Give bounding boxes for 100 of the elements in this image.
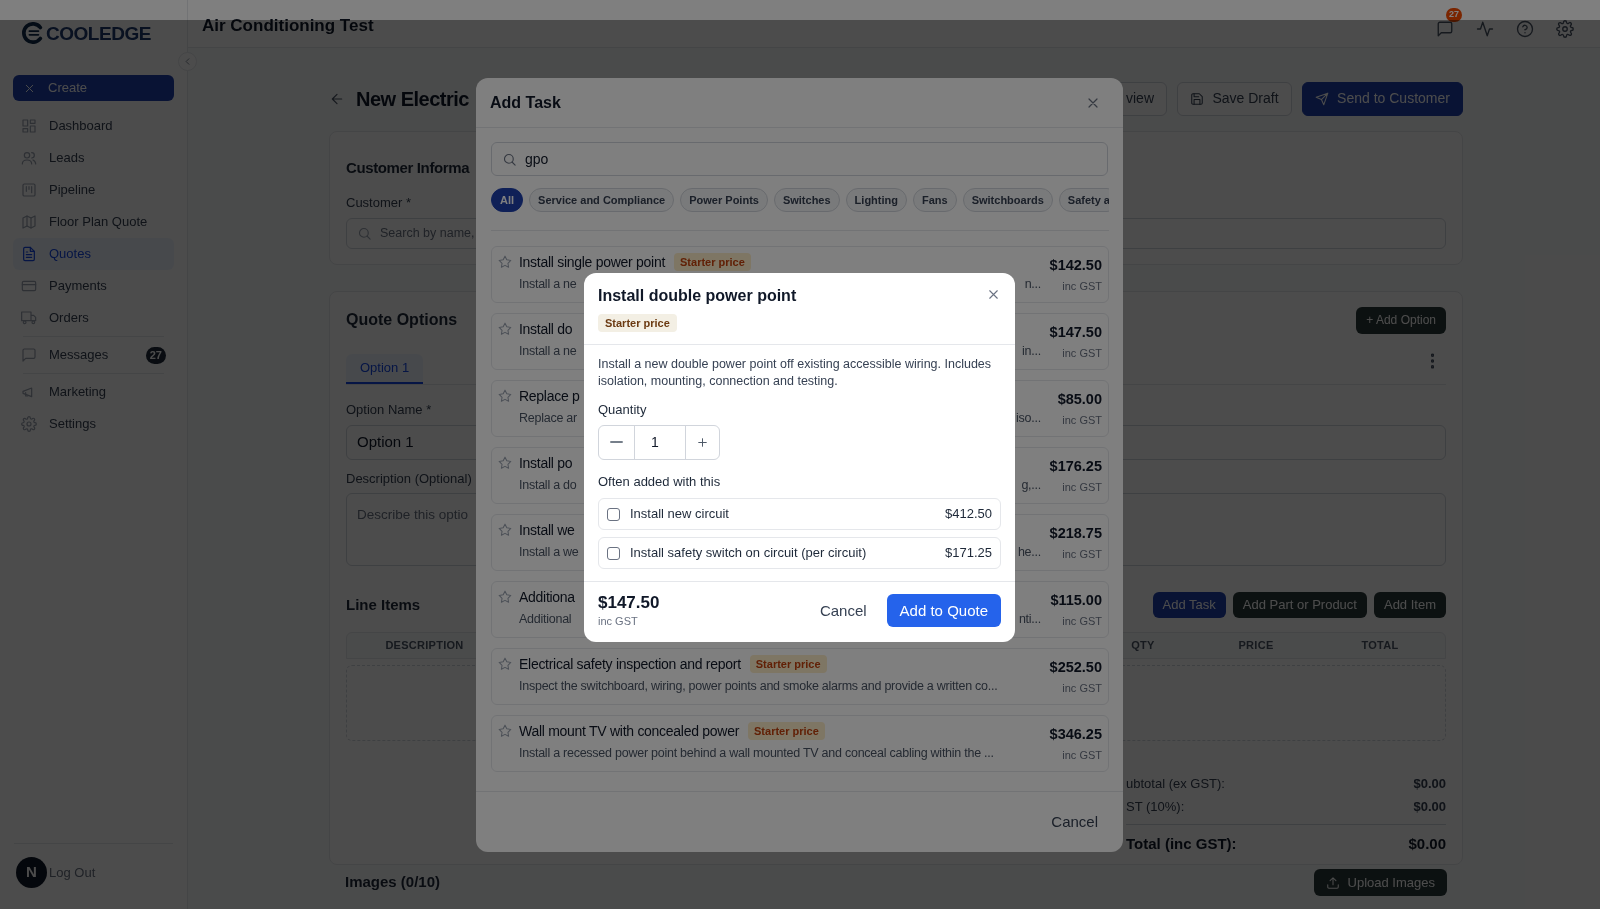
search-field[interactable]: gpo bbox=[491, 142, 1108, 176]
task-price: $252.50 bbox=[1049, 658, 1102, 677]
activity-button[interactable] bbox=[1476, 20, 1494, 38]
minus-icon bbox=[610, 441, 623, 443]
upload-icon bbox=[1325, 875, 1340, 890]
activity-icon bbox=[1476, 20, 1494, 38]
price-note: inc GST bbox=[1062, 412, 1102, 428]
category-chip[interactable]: Service and Compliance bbox=[529, 188, 675, 212]
settings-button[interactable] bbox=[1556, 20, 1574, 38]
sidebar-item[interactable]: Dashboard bbox=[13, 110, 174, 142]
count-badge: 27 bbox=[1446, 8, 1462, 22]
checkbox[interactable] bbox=[607, 507, 620, 521]
addon-price: $412.50 bbox=[945, 505, 992, 524]
users-icon bbox=[21, 150, 37, 166]
sidebar-item[interactable]: Floor Plan Quote bbox=[13, 206, 174, 238]
add-button[interactable]: Add Task bbox=[1152, 592, 1226, 618]
plus-icon bbox=[696, 435, 709, 449]
star-icon bbox=[498, 724, 512, 738]
sidebar-item[interactable]: Orders bbox=[13, 302, 174, 334]
task-price: $176.25 bbox=[1049, 457, 1102, 476]
sidebar-item[interactable]: Pipeline bbox=[13, 174, 174, 206]
grid-icon bbox=[21, 118, 37, 134]
star-icon bbox=[498, 657, 512, 671]
create-button[interactable]: Create bbox=[13, 75, 174, 101]
category-chip[interactable]: Switches bbox=[773, 188, 840, 212]
task-description: Install a ne bbox=[519, 343, 577, 360]
price-tag: Starter price bbox=[748, 722, 825, 740]
add-option-button[interactable]: + Add Option bbox=[1356, 306, 1446, 334]
category-chip[interactable]: Lighting bbox=[845, 188, 907, 212]
chat-icon bbox=[1436, 20, 1454, 38]
sidebar-item[interactable]: Quotes bbox=[13, 238, 174, 270]
price-note: inc GST bbox=[1062, 345, 1102, 361]
field-label: Often added with this bbox=[598, 472, 722, 491]
sidebar-item[interactable]: Settings bbox=[13, 408, 174, 440]
task-title: Replace p bbox=[519, 387, 580, 405]
option-tab[interactable]: Option 1 bbox=[346, 354, 424, 384]
price-note: inc GST bbox=[598, 614, 639, 629]
cancel-button[interactable]: Cancel bbox=[1051, 810, 1098, 834]
addon-price: $171.25 bbox=[945, 544, 992, 563]
task-description: Install a new double power point off existing accessible wiring. Includes isolation, mounting, connection and testing. bbox=[598, 356, 993, 390]
upload-button[interactable]: Upload Images bbox=[1313, 869, 1447, 896]
cancel-button[interactable]: Cancel bbox=[819, 599, 867, 622]
task-description: n... bbox=[1024, 276, 1041, 293]
action-button[interactable]: Save Draft bbox=[1177, 81, 1292, 116]
quantity-stepper[interactable]: 1 bbox=[598, 424, 720, 460]
category-chip[interactable]: Fans bbox=[913, 188, 957, 212]
task-title: Install single power point bbox=[519, 253, 666, 271]
category-chip[interactable]: All bbox=[491, 188, 524, 212]
close-button[interactable] bbox=[986, 287, 1001, 302]
field-label: Customer * bbox=[346, 193, 412, 212]
task-description: g,... bbox=[1021, 477, 1041, 494]
logo-icon bbox=[22, 22, 44, 44]
price-note: inc GST bbox=[1062, 479, 1102, 495]
star-icon bbox=[498, 389, 512, 403]
task-description: Install a do bbox=[519, 477, 577, 494]
task-description: Replace ar bbox=[519, 410, 577, 427]
task-description: he... bbox=[1017, 544, 1041, 561]
task-price: $147.50 bbox=[1049, 323, 1102, 342]
messages-button[interactable] bbox=[1436, 20, 1454, 38]
total-label: Total (inc GST): bbox=[1126, 834, 1237, 854]
task-title: Electrical safety inspection and report bbox=[519, 655, 741, 673]
search-icon bbox=[502, 151, 517, 167]
help-icon bbox=[1516, 20, 1534, 38]
task-row[interactable]: Electrical safety inspection and report Starter price Inspect the switchboard, wiring, power points and smoke alarms and provide a written co... $252.50 inc GST bbox=[491, 648, 1109, 705]
task-description: Install a recessed power point behind a wall mounted TV and conceal cabling within the ... bbox=[519, 745, 994, 762]
task-description: Additional bbox=[519, 611, 572, 628]
add-to-quote-button[interactable]: Add to Quote bbox=[886, 594, 1001, 628]
dialog-title: Add Task bbox=[490, 92, 561, 113]
total-label: ubtotal (ex GST): bbox=[1126, 774, 1225, 793]
sidebar-item[interactable]: Messages 27 bbox=[13, 339, 174, 371]
task-title: Wall mount TV with concealed power bbox=[519, 722, 740, 740]
total-value: $0.00 bbox=[1408, 834, 1446, 854]
task-price: $218.75 bbox=[1049, 524, 1102, 543]
addon-label: Install new circuit bbox=[630, 505, 730, 524]
addon-option[interactable]: Install new circuit $412.50 bbox=[598, 498, 1001, 530]
help-button[interactable] bbox=[1516, 20, 1534, 38]
sidebar-item[interactable]: Payments bbox=[13, 270, 174, 302]
sidebar-item[interactable]: Marketing bbox=[13, 376, 174, 408]
price-tag: Starter price bbox=[598, 314, 677, 332]
task-row[interactable]: Wall mount TV with concealed power Starter price Install a recessed power point behind a wall mounted TV and conceal cabling within the ... $346.25 inc GST bbox=[491, 715, 1109, 772]
quantity-value: 1 bbox=[650, 432, 660, 452]
search-value: gpo bbox=[525, 149, 549, 169]
field-label: Option Name * bbox=[346, 401, 432, 419]
task-price: $115.00 bbox=[1050, 591, 1102, 610]
category-chip[interactable]: Switchboards bbox=[962, 188, 1053, 212]
more-button[interactable] bbox=[1428, 352, 1436, 370]
task-title: Additiona bbox=[519, 588, 575, 606]
checkbox[interactable] bbox=[607, 546, 620, 560]
settings-icon bbox=[1556, 20, 1574, 38]
kebab-icon bbox=[1430, 353, 1434, 369]
task-title: Install we bbox=[519, 521, 575, 539]
add-button[interactable]: Add Item bbox=[1373, 592, 1446, 618]
field-label: Description (Optional) bbox=[346, 469, 472, 488]
send-button[interactable]: Send to Customer bbox=[1302, 81, 1463, 116]
task-description: Install a ne bbox=[519, 276, 577, 293]
task-price: $85.00 bbox=[1057, 390, 1102, 409]
category-chip[interactable]: Power Points bbox=[680, 188, 768, 212]
addon-option[interactable]: Install safety switch on circuit (per circuit) $171.25 bbox=[598, 537, 1001, 569]
sidebar-item[interactable]: Leads bbox=[13, 142, 174, 174]
truck-icon bbox=[21, 310, 37, 326]
